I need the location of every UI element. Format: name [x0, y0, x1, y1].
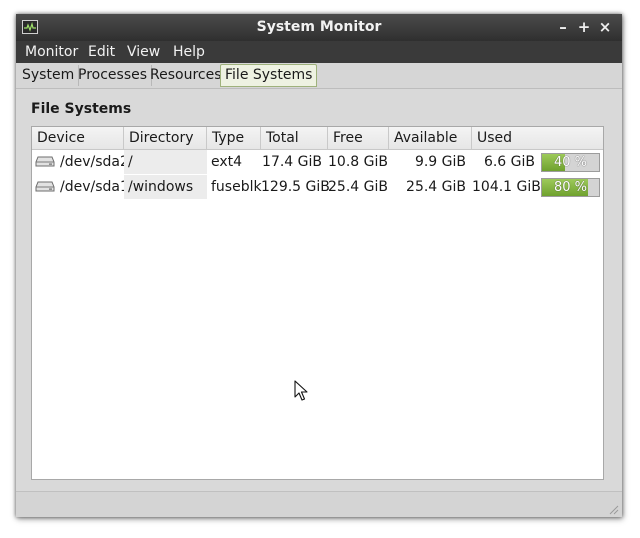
status-bar — [16, 491, 622, 517]
usage-bar-label: 80 % — [553, 180, 588, 195]
device-name: /dev/sda1 — [60, 179, 129, 195]
menu-help[interactable]: Help — [173, 43, 205, 61]
used-cell: 104.1 GiB — [472, 179, 541, 195]
column-header-label: Type — [212, 130, 245, 146]
available-cell: 25.4 GiB — [406, 179, 466, 195]
column-header-label: Available — [394, 130, 458, 146]
free-cell: 10.8 GiB — [328, 154, 388, 170]
menu-monitor[interactable]: Monitor — [25, 43, 78, 61]
close-button[interactable]: × — [596, 17, 614, 37]
type-cell: fuseblk — [211, 179, 262, 195]
usage-bar-label: 40 % — [553, 155, 588, 170]
section-title: File Systems — [31, 101, 132, 117]
column-header-label: Used — [477, 130, 513, 146]
harddisk-icon — [35, 156, 55, 167]
resize-grip-icon[interactable] — [607, 503, 619, 515]
file-systems-table: Device Directory Type Total Free Availab… — [31, 126, 604, 480]
tab-system[interactable]: System — [18, 65, 80, 86]
menu-edit[interactable]: Edit — [88, 43, 115, 61]
column-header-label: Device — [37, 130, 85, 146]
total-cell: 129.5 GiB — [261, 179, 330, 195]
table-row[interactable]: /dev/sda1 /windows fuseblk 129.5 GiB 25.… — [32, 175, 603, 199]
column-header-label: Free — [333, 130, 363, 146]
column-header-available[interactable]: Available — [389, 127, 472, 149]
column-header-free[interactable]: Free — [328, 127, 389, 149]
usage-bar: 40 % — [541, 153, 600, 172]
menu-view[interactable]: View — [127, 43, 160, 61]
tab-file-systems[interactable]: File Systems — [220, 64, 318, 87]
table-header: Device Directory Type Total Free Availab… — [32, 127, 603, 164]
type-cell: ext4 — [211, 154, 243, 170]
column-header-total[interactable]: Total — [261, 127, 328, 149]
free-cell: 25.4 GiB — [328, 179, 388, 195]
device-name: /dev/sda2 — [60, 154, 129, 170]
usage-bar: 80 % — [541, 178, 600, 197]
column-header-directory[interactable]: Directory — [124, 127, 207, 164]
tab-resources[interactable]: Resources — [146, 65, 227, 86]
total-cell: 17.4 GiB — [262, 154, 322, 170]
column-header-type[interactable]: Type — [207, 127, 261, 149]
device-cell: /dev/sda1 — [32, 175, 129, 199]
file-systems-panel: File Systems Device Directory Type Total… — [16, 88, 622, 491]
titlebar[interactable]: System Monitor – + × — [16, 14, 622, 41]
minimize-button[interactable]: – — [554, 17, 572, 37]
column-header-device[interactable]: Device — [32, 127, 124, 149]
tab-processes[interactable]: Processes — [74, 65, 153, 86]
maximize-button[interactable]: + — [575, 17, 593, 37]
column-header-used[interactable]: Used — [472, 127, 603, 149]
directory-cell: /windows — [124, 175, 207, 199]
menubar: Monitor Edit View Help — [16, 41, 622, 63]
mouse-pointer-icon — [294, 380, 308, 401]
window-title: System Monitor — [256, 19, 382, 35]
used-cell: 6.6 GiB — [483, 154, 535, 170]
table-row[interactable]: /dev/sda2 / ext4 17.4 GiB 10.8 GiB 9.9 G… — [32, 150, 603, 174]
column-header-label: Total — [266, 130, 299, 146]
column-header-label: Directory — [129, 130, 194, 146]
harddisk-icon — [35, 181, 55, 192]
device-cell: /dev/sda2 — [32, 150, 129, 174]
tab-bar: System Processes Resources File Systems — [16, 63, 622, 88]
system-monitor-window: System Monitor – + × Monitor Edit View H… — [16, 14, 622, 517]
available-cell: 9.9 GiB — [414, 154, 466, 170]
directory-cell: / — [124, 150, 207, 174]
